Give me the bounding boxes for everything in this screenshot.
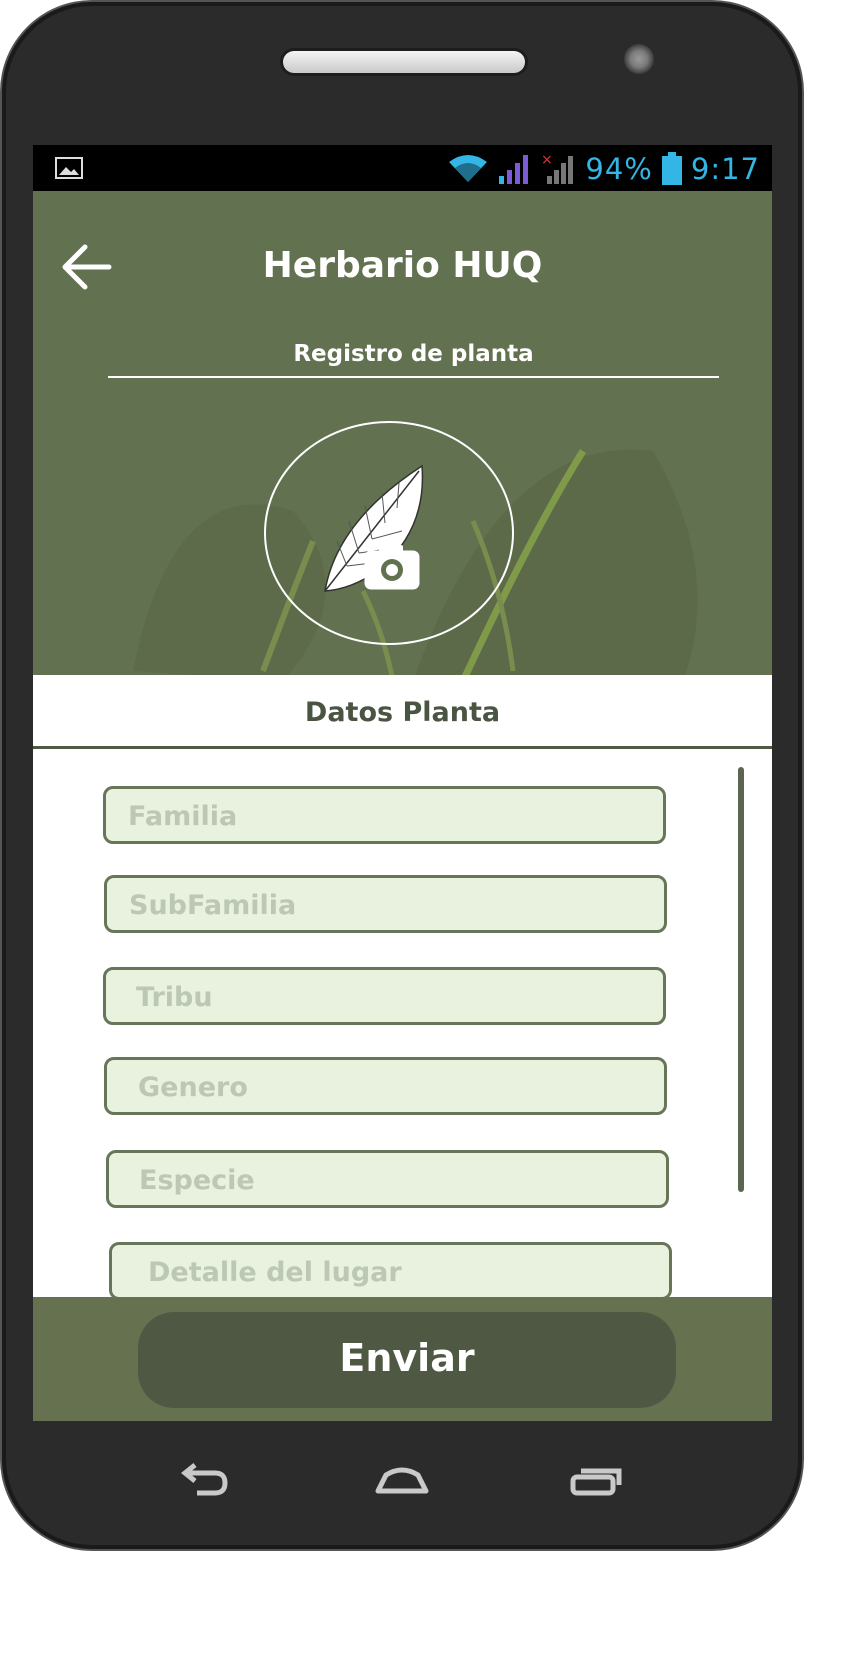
- clock: 9:17: [690, 152, 760, 186]
- tribu-input[interactable]: Tribu: [103, 967, 666, 1025]
- earpiece-speaker: [283, 51, 525, 73]
- home-icon[interactable]: [372, 1461, 432, 1501]
- svg-text:×: ×: [541, 152, 553, 168]
- subfamilia-input[interactable]: SubFamilia: [104, 875, 667, 933]
- scrollbar[interactable]: [738, 767, 744, 1192]
- form-scroll-area[interactable]: Familia SubFamilia Tribu Genero Especie …: [33, 749, 772, 1297]
- phone-frame: × 94% 9:17 Herbario HUQ Registro de plan…: [2, 2, 802, 1549]
- front-camera: [624, 44, 654, 74]
- subfamilia-placeholder: SubFamilia: [129, 890, 297, 921]
- app-title: Herbario HUQ: [262, 245, 543, 286]
- page-subtitle: Registro de planta: [293, 341, 534, 367]
- image-notification-icon: [55, 157, 83, 179]
- back-icon[interactable]: [175, 1461, 235, 1501]
- send-button-label: Enviar: [339, 1336, 475, 1380]
- navigation-bar: [2, 1421, 802, 1541]
- especie-placeholder: Especie: [139, 1165, 255, 1196]
- leaf-camera-icon: [324, 464, 424, 592]
- battery-percent: 94%: [585, 152, 653, 186]
- familia-input[interactable]: Familia: [103, 786, 666, 844]
- screen: × 94% 9:17 Herbario HUQ Registro de plan…: [33, 145, 772, 1421]
- subtitle-divider: [108, 376, 719, 378]
- no-signal-icon: ×: [541, 152, 574, 184]
- section-header: Datos Planta: [33, 675, 772, 749]
- footer: Enviar: [33, 1297, 772, 1421]
- section-title: Datos Planta: [304, 697, 501, 728]
- signal-icon: [499, 155, 529, 184]
- especie-input[interactable]: Especie: [106, 1150, 669, 1208]
- status-bar: × 94% 9:17: [33, 145, 772, 191]
- genero-placeholder: Genero: [138, 1072, 248, 1103]
- status-right: × 94% 9:17: [447, 149, 760, 189]
- recent-apps-icon[interactable]: [567, 1461, 627, 1501]
- wifi-icon: [449, 155, 488, 182]
- tribu-placeholder: Tribu: [136, 982, 213, 1013]
- familia-placeholder: Familia: [128, 801, 238, 832]
- detalle-lugar-input[interactable]: Detalle del lugar: [109, 1242, 672, 1297]
- battery-icon: [661, 152, 682, 185]
- send-button[interactable]: Enviar: [138, 1312, 676, 1408]
- header: Herbario HUQ Registro de planta: [33, 191, 772, 675]
- detalle-lugar-placeholder: Detalle del lugar: [148, 1257, 402, 1288]
- genero-input[interactable]: Genero: [104, 1057, 667, 1115]
